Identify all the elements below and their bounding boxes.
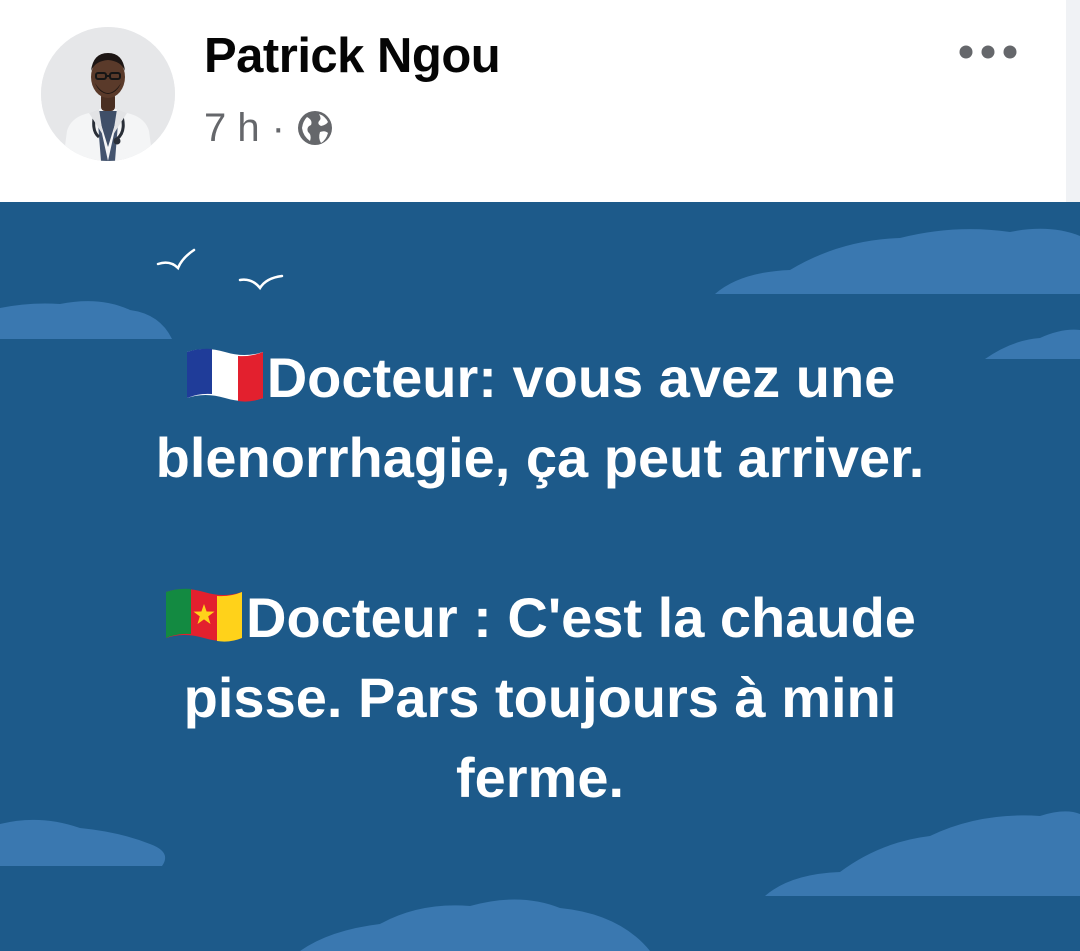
flag-france-icon	[185, 346, 265, 404]
author-name[interactable]: Patrick Ngou	[204, 28, 501, 84]
paragraph-france: Docteur: vous avez une blenorrhagie, ça …	[0, 338, 1080, 498]
paragraph2-line3: ferme.	[455, 746, 625, 809]
meta-separator: ·	[271, 105, 285, 150]
post-timestamp[interactable]: 7 h	[204, 106, 260, 151]
scrollbar-track[interactable]	[1066, 0, 1080, 202]
flag-cameroon-icon	[164, 586, 244, 644]
author-avatar[interactable]	[41, 27, 175, 161]
facebook-post: Patrick Ngou 7 h · Docteur: vous avez un…	[0, 0, 1080, 951]
paragraph1-line1: Docteur: vous avez une	[266, 346, 896, 409]
post-meta: 7 h ·	[204, 106, 335, 150]
avatar-photo	[41, 27, 175, 161]
post-text: Docteur: vous avez une blenorrhagie, ça …	[0, 338, 1080, 818]
paragraph2-line1: Docteur : C'est la chaude	[246, 586, 916, 649]
post-header: Patrick Ngou 7 h ·	[0, 0, 1080, 202]
post-image[interactable]: Docteur: vous avez une blenorrhagie, ça …	[0, 202, 1080, 951]
paragraph1-line2: blenorrhagie, ça peut arriver.	[155, 426, 925, 489]
paragraph2-line2: pisse. Pars toujours à mini	[183, 666, 897, 729]
more-horizontal-icon	[959, 45, 1017, 59]
globe-icon[interactable]	[295, 108, 335, 148]
paragraph-cameroon: Docteur : C'est la chaude pisse. Pars to…	[0, 578, 1080, 818]
more-options-button[interactable]	[952, 28, 1024, 76]
